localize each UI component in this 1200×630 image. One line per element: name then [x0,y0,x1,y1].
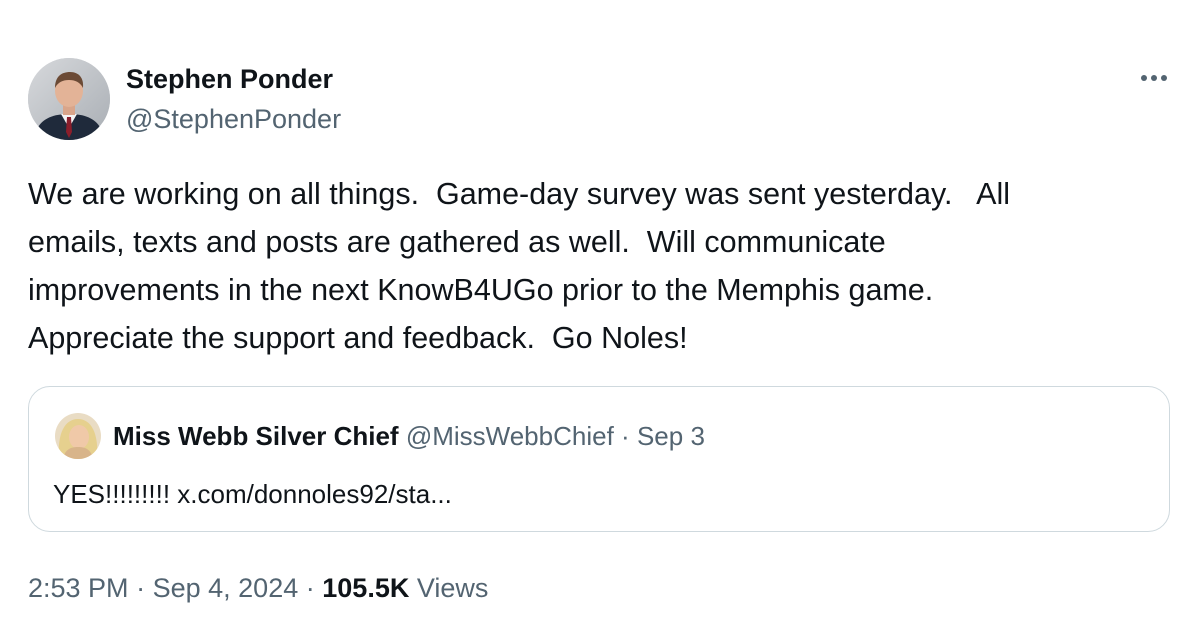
more-options-icon [1141,75,1167,81]
meta-separator: · [305,573,315,603]
tweet-card: Stephen Ponder @StephenPonder We are wor… [0,0,1200,630]
tweet-time[interactable]: 2:53 PM [28,573,129,603]
quote-header: Miss Webb Silver Chief @MissWebbChief · … [113,419,705,453]
tweet-text: We are working on all things. Game-day s… [28,177,1011,355]
author-avatar[interactable] [28,58,110,140]
quote-author-name[interactable]: Miss Webb Silver Chief [113,421,399,451]
author-name[interactable]: Stephen Ponder [126,62,333,96]
tweet-meta: 2:53 PM · Sep 4, 2024 · 105.5K Views [28,570,488,606]
quote-date[interactable]: Sep 3 [637,421,705,451]
quote-author-avatar[interactable] [55,413,101,459]
quote-text: YES!!!!!!!!! x.com/donnoles92/sta... [53,479,452,509]
quote-separator: · [621,421,630,451]
more-options-button[interactable] [1136,66,1172,90]
tweet-date[interactable]: Sep 4, 2024 [153,573,299,603]
quote-author-handle[interactable]: @MissWebbChief [406,421,614,451]
person-photo-icon [55,413,101,459]
author-handle[interactable]: @StephenPonder [126,102,341,136]
person-photo-icon [28,58,110,140]
views-count: 105.5K [322,573,410,603]
views-label: Views [416,573,489,603]
meta-separator: · [136,573,146,603]
quoted-tweet[interactable]: Miss Webb Silver Chief @MissWebbChief · … [28,386,1170,532]
